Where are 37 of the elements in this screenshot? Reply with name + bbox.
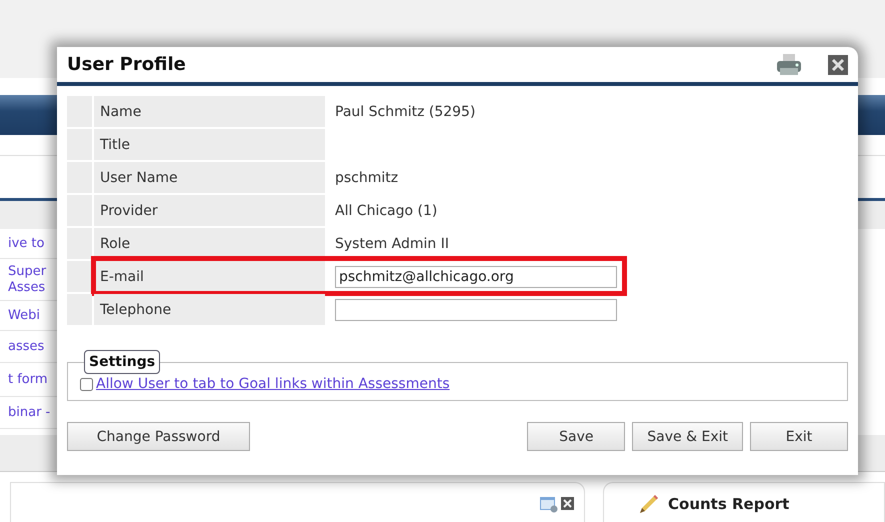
dialog-title: User Profile	[67, 54, 187, 75]
field-value: System Admin II	[335, 236, 449, 252]
row-cell	[67, 294, 92, 325]
field-label: Telephone	[94, 294, 325, 325]
link[interactable]: Asses	[8, 280, 57, 296]
option-link[interactable]: Allow User to tab to Goal links within Assessments	[96, 376, 450, 392]
field-value: pschmitz	[335, 170, 398, 186]
window-icon[interactable]	[540, 497, 558, 513]
checkbox[interactable]	[80, 378, 93, 390]
printer-icon[interactable]	[774, 52, 804, 76]
link[interactable]: t form	[8, 372, 57, 388]
dialog-button[interactable]: Exit	[750, 422, 848, 451]
dialog-button[interactable]: Save	[527, 422, 626, 451]
link[interactable]: binar -	[8, 404, 57, 420]
group-title: Settings	[84, 350, 160, 374]
field-value: Paul Schmitz (5295)	[335, 104, 476, 120]
close-icon[interactable]	[828, 54, 848, 74]
link[interactable]: Super	[8, 264, 57, 280]
row-cell	[67, 228, 92, 259]
input-field[interactable]	[335, 298, 617, 320]
change-password-button[interactable]: Change Password	[67, 422, 250, 451]
field-label: Name	[94, 96, 325, 127]
field-label: E-mail	[94, 261, 325, 292]
row-cell	[67, 261, 92, 292]
field-label: Provider	[94, 195, 325, 226]
field-label: User Name	[94, 162, 325, 193]
pencil-icon	[638, 493, 660, 515]
dialog-button[interactable]: Save & Exit	[632, 422, 743, 451]
input-field[interactable]: pschmitz@allchicago.org	[335, 266, 617, 288]
report-tab[interactable]: Counts Report	[603, 482, 885, 522]
field-value: All Chicago (1)	[335, 202, 438, 218]
link[interactable]: ive to	[8, 236, 57, 252]
link[interactable]: Webi	[8, 308, 57, 324]
field-label: Role	[94, 228, 325, 259]
link[interactable]: asses	[8, 338, 57, 354]
close-icon[interactable]	[561, 497, 574, 510]
field-label: Title	[94, 129, 325, 160]
